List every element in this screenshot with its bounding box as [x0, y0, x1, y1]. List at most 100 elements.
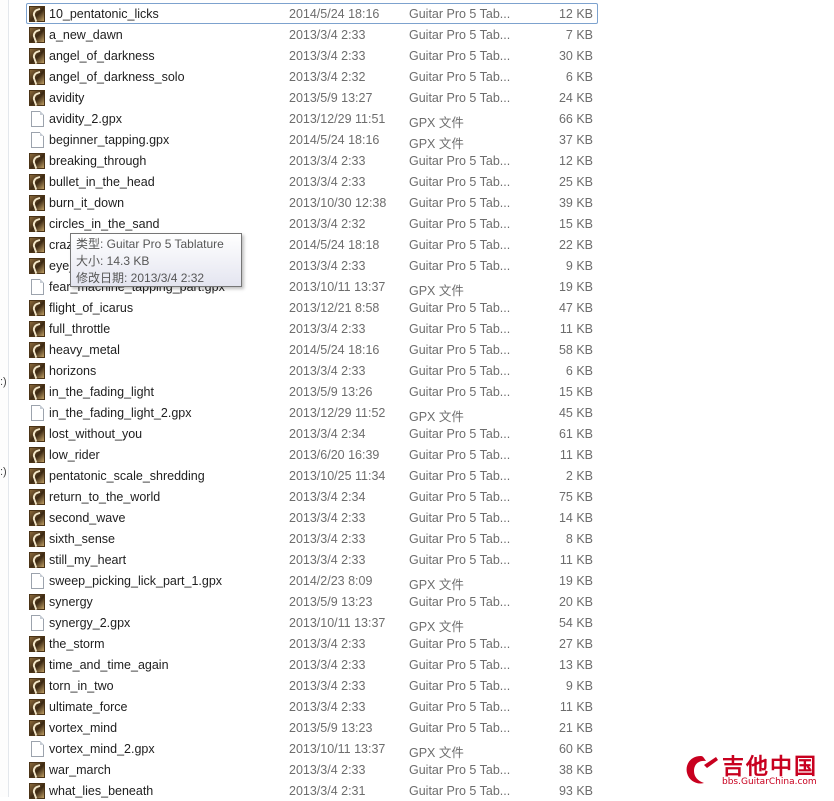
guitar-pro-icon: [29, 468, 45, 484]
file-name: flight_of_icarus: [49, 301, 134, 315]
file-size: 2 KB: [565, 469, 593, 483]
file-modified-date: 2013/3/4 2:33: [289, 658, 366, 672]
file-row[interactable]: return_to_the_world 2013/3/4 2:34 Guitar P…: [26, 486, 598, 507]
file-row[interactable]: synergy 2013/5/9 13:23 Guitar Pro 5 Tab...…: [26, 591, 598, 612]
file-modified-date: 2014/5/24 18:16: [289, 7, 380, 21]
file-size: 45 KB: [558, 406, 593, 420]
file-row[interactable]: vortex_mind_2.gpx 2013/10/11 13:37 GPX 文件 6…: [26, 738, 598, 760]
guitar-pro-icon: [29, 195, 45, 211]
file-modified-date: 2014/5/24 18:16: [289, 133, 380, 147]
file-row[interactable]: angel_of_darkness_solo 2013/3/4 2:32 Guita…: [26, 66, 598, 87]
file-name: sixth_sense: [49, 532, 116, 546]
file-modified-date: 2013/5/9 13:23: [289, 595, 373, 609]
site-watermark: 吉他中国 bbs.GuitarChina.com: [678, 749, 828, 793]
guitar-pro-icon: [29, 510, 45, 526]
file-size: 61 KB: [558, 427, 593, 441]
file-modified-date: 2013/5/9 13:23: [289, 721, 373, 735]
file-row[interactable]: 10_pentatonic_licks 2014/5/24 18:16 Guitar…: [26, 3, 598, 24]
file-size: 38 KB: [558, 763, 593, 777]
guitar-watermark-icon: [686, 756, 718, 784]
guitar-pro-icon: [29, 6, 45, 22]
file-name: synergy: [49, 595, 93, 609]
file-modified-date: 2014/5/24 18:18: [289, 238, 380, 252]
file-row[interactable]: what_lies_beneath 2013/3/4 2:31 Guitar Pro…: [26, 780, 598, 801]
file-row[interactable]: heavy_metal 2014/5/24 18:16 Guitar Pro 5 T…: [26, 339, 598, 360]
guitar-pro-icon: [29, 762, 45, 778]
file-row[interactable]: pentatonic_scale_shredding 2013/10/25 11:…: [26, 465, 598, 486]
file-size: 9 KB: [565, 679, 593, 693]
file-row[interactable]: avidity_2.gpx 2013/12/29 11:51 GPX 文件 66 KB: [26, 108, 598, 130]
file-type: Guitar Pro 5 Tab...: [409, 637, 511, 651]
file-row[interactable]: breaking_through 2013/3/4 2:33 Guitar Pro …: [26, 150, 598, 171]
file-size: 11 KB: [559, 448, 593, 462]
file-row[interactable]: second_wave 2013/3/4 2:33 Guitar Pro 5 Tab…: [26, 507, 598, 528]
file-row[interactable]: war_march 2013/3/4 2:33 Guitar Pro 5 Tab..…: [26, 759, 598, 780]
file-row[interactable]: angel_of_darkness 2013/3/4 2:33 Guitar Pro…: [26, 45, 598, 66]
file-row[interactable]: lost_without_you 2013/3/4 2:34 Guitar Pro …: [26, 423, 598, 444]
file-modified-date: 2013/10/11 13:37: [289, 742, 386, 756]
guitar-pro-icon: [29, 489, 45, 505]
file-row[interactable]: torn_in_two 2013/3/4 2:33 Guitar Pro 5 Tab…: [26, 675, 598, 696]
file-type: Guitar Pro 5 Tab...: [409, 679, 511, 693]
file-modified-date: 2013/3/4 2:33: [289, 364, 366, 378]
guitar-pro-icon: [29, 216, 45, 232]
guitar-pro-icon: [29, 699, 45, 715]
file-row[interactable]: horizons 2013/3/4 2:33 Guitar Pro 5 Tab...…: [26, 360, 598, 381]
file-modified-date: 2013/10/11 13:37: [289, 616, 386, 630]
file-icon: [31, 405, 44, 421]
file-name: burn_it_down: [49, 196, 125, 210]
file-row[interactable]: flight_of_icarus 2013/12/21 8:58 Guitar Pr…: [26, 297, 598, 318]
file-size: 21 KB: [558, 721, 593, 735]
file-modified-date: 2014/2/23 8:09: [289, 574, 373, 588]
file-row[interactable]: ultimate_force 2013/3/4 2:33 Guitar Pro 5 …: [26, 696, 598, 717]
file-type: Guitar Pro 5 Tab...: [409, 385, 511, 399]
file-row[interactable]: synergy_2.gpx 2013/10/11 13:37 GPX 文件 54 KB: [26, 612, 598, 634]
file-row[interactable]: beginner_tapping.gpx 2014/5/24 18:16 GPX 文…: [26, 129, 598, 151]
file-modified-date: 2013/5/9 13:26: [289, 385, 373, 399]
file-size: 58 KB: [558, 343, 593, 357]
file-row[interactable]: vortex_mind 2013/5/9 13:23 Guitar Pro 5 Ta…: [26, 717, 598, 738]
file-name: ultimate_force: [49, 700, 128, 714]
file-row[interactable]: burn_it_down 2013/10/30 12:38 Guitar Pro 5…: [26, 192, 598, 213]
file-modified-date: 2013/3/4 2:33: [289, 154, 366, 168]
file-modified-date: 2013/3/4 2:33: [289, 511, 366, 525]
file-modified-date: 2013/3/4 2:33: [289, 553, 366, 567]
file-row[interactable]: avidity 2013/5/9 13:27 Guitar Pro 5 Tab...…: [26, 87, 598, 108]
file-row[interactable]: a_new_dawn 2013/3/4 2:33 Guitar Pro 5 Tab.…: [26, 24, 598, 45]
file-row[interactable]: still_my_heart 2013/3/4 2:33 Guitar Pro 5 …: [26, 549, 598, 570]
file-icon: [31, 741, 44, 757]
guitar-pro-icon: [29, 90, 45, 106]
file-row[interactable]: sweep_picking_lick_part_1.gpx 2014/2/23 8…: [26, 570, 598, 592]
file-row[interactable]: in_the_fading_light 2013/5/9 13:26 Guitar …: [26, 381, 598, 402]
file-row[interactable]: low_rider 2013/6/20 16:39 Guitar Pro 5 Tab…: [26, 444, 598, 465]
file-size: 19 KB: [558, 574, 593, 588]
file-row[interactable]: circles_in_the_sand 2013/3/4 2:32 Guitar P…: [26, 213, 598, 234]
file-row[interactable]: full_throttle 2013/3/4 2:33 Guitar Pro 5 T…: [26, 318, 598, 339]
file-row[interactable]: in_the_fading_light_2.gpx 2013/12/29 11:5…: [26, 402, 598, 424]
file-size: 66 KB: [558, 112, 593, 126]
file-row[interactable]: bullet_in_the_head 2013/3/4 2:33 Guitar Pr…: [26, 171, 598, 192]
file-type: Guitar Pro 5 Tab...: [409, 700, 511, 714]
guitar-pro-icon: [29, 258, 45, 274]
file-name: lost_without_you: [49, 427, 143, 441]
file-type: Guitar Pro 5 Tab...: [409, 322, 511, 336]
file-name: what_lies_beneath: [49, 784, 154, 798]
file-modified-date: 2013/3/4 2:33: [289, 49, 366, 63]
guitar-pro-icon: [29, 342, 45, 358]
file-row[interactable]: sixth_sense 2013/3/4 2:33 Guitar Pro 5 Tab…: [26, 528, 598, 549]
file-modified-date: 2013/12/29 11:51: [289, 112, 386, 126]
file-row[interactable]: the_storm 2013/3/4 2:33 Guitar Pro 5 Tab..…: [26, 633, 598, 654]
guitar-pro-icon: [29, 27, 45, 43]
file-name: full_throttle: [49, 322, 111, 336]
guitar-pro-icon: [29, 363, 45, 379]
guitar-pro-icon: [29, 531, 45, 547]
file-size: 6 KB: [565, 364, 593, 378]
file-type: Guitar Pro 5 Tab...: [409, 91, 511, 105]
file-icon: [31, 615, 44, 631]
file-name: still_my_heart: [49, 553, 127, 567]
file-name: circles_in_the_sand: [49, 217, 160, 231]
file-modified-date: 2013/3/4 2:33: [289, 175, 366, 189]
file-name: time_and_time_again: [49, 658, 169, 672]
file-row[interactable]: time_and_time_again 2013/3/4 2:33 Guitar P…: [26, 654, 598, 675]
guitar-pro-icon: [29, 237, 45, 253]
